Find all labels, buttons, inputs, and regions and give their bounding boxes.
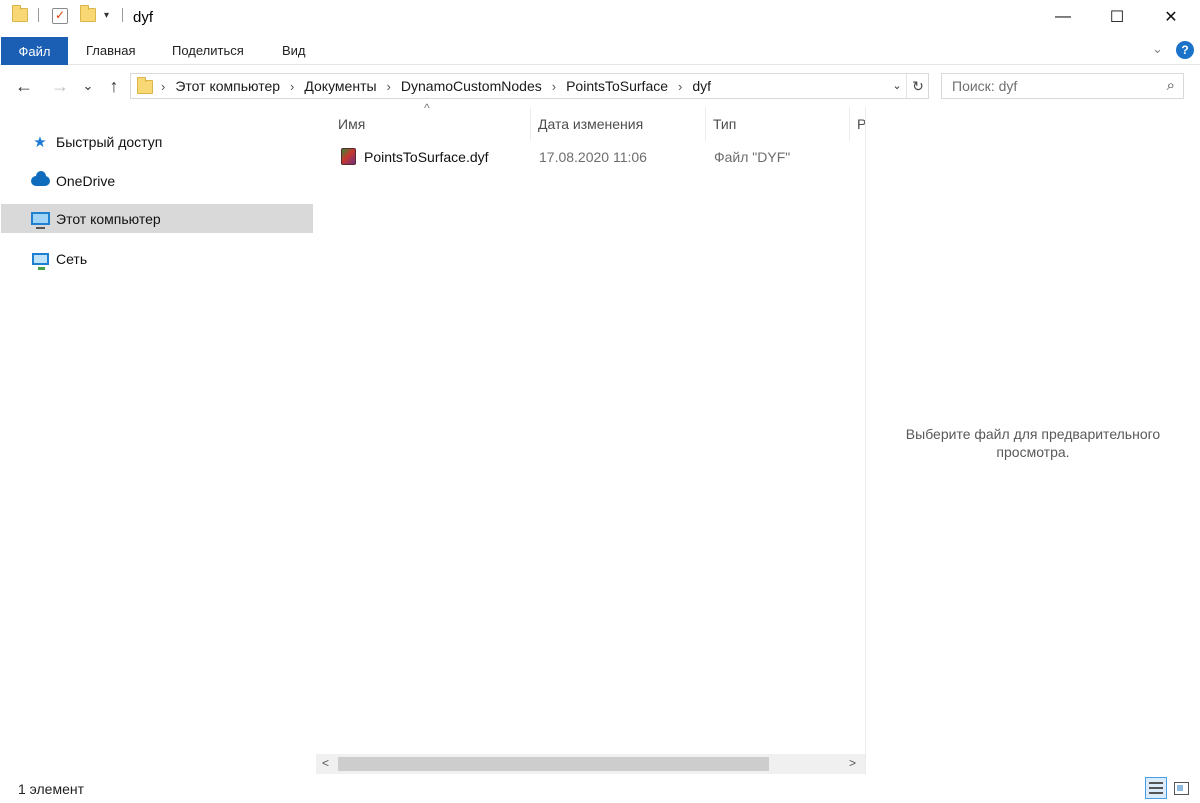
- breadcrumb-item[interactable]: DynamoCustomNodes: [401, 78, 542, 94]
- new-folder-icon[interactable]: [80, 5, 96, 22]
- dyf-file-icon: [341, 148, 356, 165]
- sidebar-item-onedrive[interactable]: OneDrive: [1, 166, 313, 195]
- breadcrumb-separator[interactable]: ›: [678, 79, 682, 94]
- sidebar-item-network[interactable]: Сеть: [1, 244, 313, 273]
- close-button[interactable]: ✕: [1144, 0, 1198, 34]
- address-dropdown-icon[interactable]: ⌄: [888, 77, 906, 95]
- tab-home[interactable]: Главная: [86, 43, 135, 58]
- file-list: ^ Имя Дата изменения Тип Р PointsToSurfa…: [316, 101, 866, 775]
- forward-button[interactable]: →: [48, 74, 72, 98]
- scrollbar-thumb[interactable]: [338, 757, 769, 771]
- scroll-left-button[interactable]: <: [322, 756, 329, 770]
- breadcrumb-separator[interactable]: ›: [387, 79, 391, 94]
- scroll-right-button[interactable]: >: [849, 756, 856, 770]
- column-divider[interactable]: [705, 107, 706, 141]
- column-header-date[interactable]: Дата изменения: [538, 107, 643, 141]
- help-icon[interactable]: ?: [1176, 41, 1194, 59]
- breadcrumb-item[interactable]: dyf: [692, 78, 711, 94]
- details-view-icon: [1149, 782, 1163, 794]
- tab-file[interactable]: Файл: [1, 37, 68, 65]
- navigation-bar: ← → ⌄ ↑ › Этот компьютер › Документы › D…: [0, 65, 1200, 107]
- sidebar-item-this-pc[interactable]: Этот компьютер: [1, 204, 313, 233]
- column-divider[interactable]: [849, 107, 850, 141]
- recent-locations-button[interactable]: ⌄: [80, 74, 96, 98]
- breadcrumb-separator[interactable]: ›: [552, 79, 556, 94]
- large-icons-view-icon: [1173, 781, 1189, 795]
- horizontal-scrollbar[interactable]: < >: [316, 754, 865, 774]
- back-button[interactable]: ←: [12, 74, 36, 98]
- navigation-pane: ★ Быстрый доступ OneDrive Этот компьютер…: [0, 118, 316, 768]
- star-icon: ★: [33, 133, 47, 151]
- tab-share[interactable]: Поделиться: [172, 43, 244, 58]
- column-header-size[interactable]: Р: [857, 107, 865, 141]
- sort-ascending-icon: ^: [424, 101, 430, 115]
- breadcrumb-separator[interactable]: ›: [161, 79, 165, 94]
- file-modified: 17.08.2020 11:06: [539, 149, 647, 165]
- preview-message-line: просмотра.: [996, 444, 1070, 460]
- column-header-type[interactable]: Тип: [713, 107, 736, 141]
- network-icon: [30, 250, 50, 270]
- preview-pane-message: Выберите файл для предварительного просм…: [880, 425, 1186, 461]
- maximize-button[interactable]: ☐: [1090, 0, 1144, 34]
- ribbon: Файл Главная Поделиться Вид ⌄ ?: [0, 36, 1200, 65]
- column-divider[interactable]: [530, 107, 531, 141]
- breadcrumb: › Этот компьютер › Документы › DynamoCus…: [161, 78, 711, 94]
- chevron-down-icon[interactable]: ⌄: [1152, 41, 1163, 57]
- breadcrumb-item[interactable]: Этот компьютер: [175, 78, 280, 94]
- separator: [38, 8, 39, 22]
- status-item-count: 1 элемент: [18, 781, 85, 797]
- table-row[interactable]: PointsToSurface.dyf 17.08.2020 11:06 Фай…: [338, 147, 858, 169]
- up-button[interactable]: ↑: [102, 74, 126, 98]
- computer-icon: [30, 210, 50, 229]
- sidebar-item-label: Сеть: [56, 250, 88, 267]
- address-bar[interactable]: › Этот компьютер › Документы › DynamoCus…: [130, 73, 929, 99]
- sidebar-item-label: OneDrive: [56, 172, 116, 189]
- refresh-button[interactable]: ↻: [906, 74, 929, 98]
- breadcrumb-item[interactable]: Документы: [304, 78, 376, 94]
- cloud-icon: [30, 170, 50, 190]
- file-name[interactable]: PointsToSurface.dyf: [364, 149, 489, 165]
- tab-view[interactable]: Вид: [282, 43, 306, 58]
- breadcrumb-item[interactable]: PointsToSurface: [566, 78, 668, 94]
- search-box[interactable]: Поиск: dyf ⌕: [941, 73, 1184, 99]
- file-type: Файл "DYF": [714, 149, 791, 165]
- search-input[interactable]: Поиск: dyf: [952, 78, 1017, 94]
- sidebar-item-label: Этот компьютер: [56, 210, 161, 227]
- column-header-name[interactable]: Имя: [338, 107, 365, 141]
- search-icon[interactable]: ⌕: [1167, 77, 1175, 94]
- window-title: dyf: [133, 9, 154, 26]
- folder-icon: [12, 5, 28, 22]
- details-view-button[interactable]: [1145, 777, 1167, 799]
- customize-dropdown-icon[interactable]: ▾: [104, 10, 109, 21]
- breadcrumb-separator[interactable]: ›: [290, 79, 294, 94]
- minimize-button[interactable]: —: [1036, 0, 1090, 34]
- sidebar-item-label: Быстрый доступ: [56, 133, 163, 150]
- preview-message-line: Выберите файл для предварительного: [905, 426, 1161, 442]
- large-icons-view-button[interactable]: [1170, 777, 1192, 799]
- title-bar: ✓ ▾ dyf — ☐ ✕: [0, 0, 1200, 36]
- sidebar-item-quick-access[interactable]: ★ Быстрый доступ: [1, 127, 313, 156]
- properties-check-icon[interactable]: ✓: [52, 8, 68, 24]
- separator: [122, 8, 123, 22]
- folder-icon: [137, 77, 153, 94]
